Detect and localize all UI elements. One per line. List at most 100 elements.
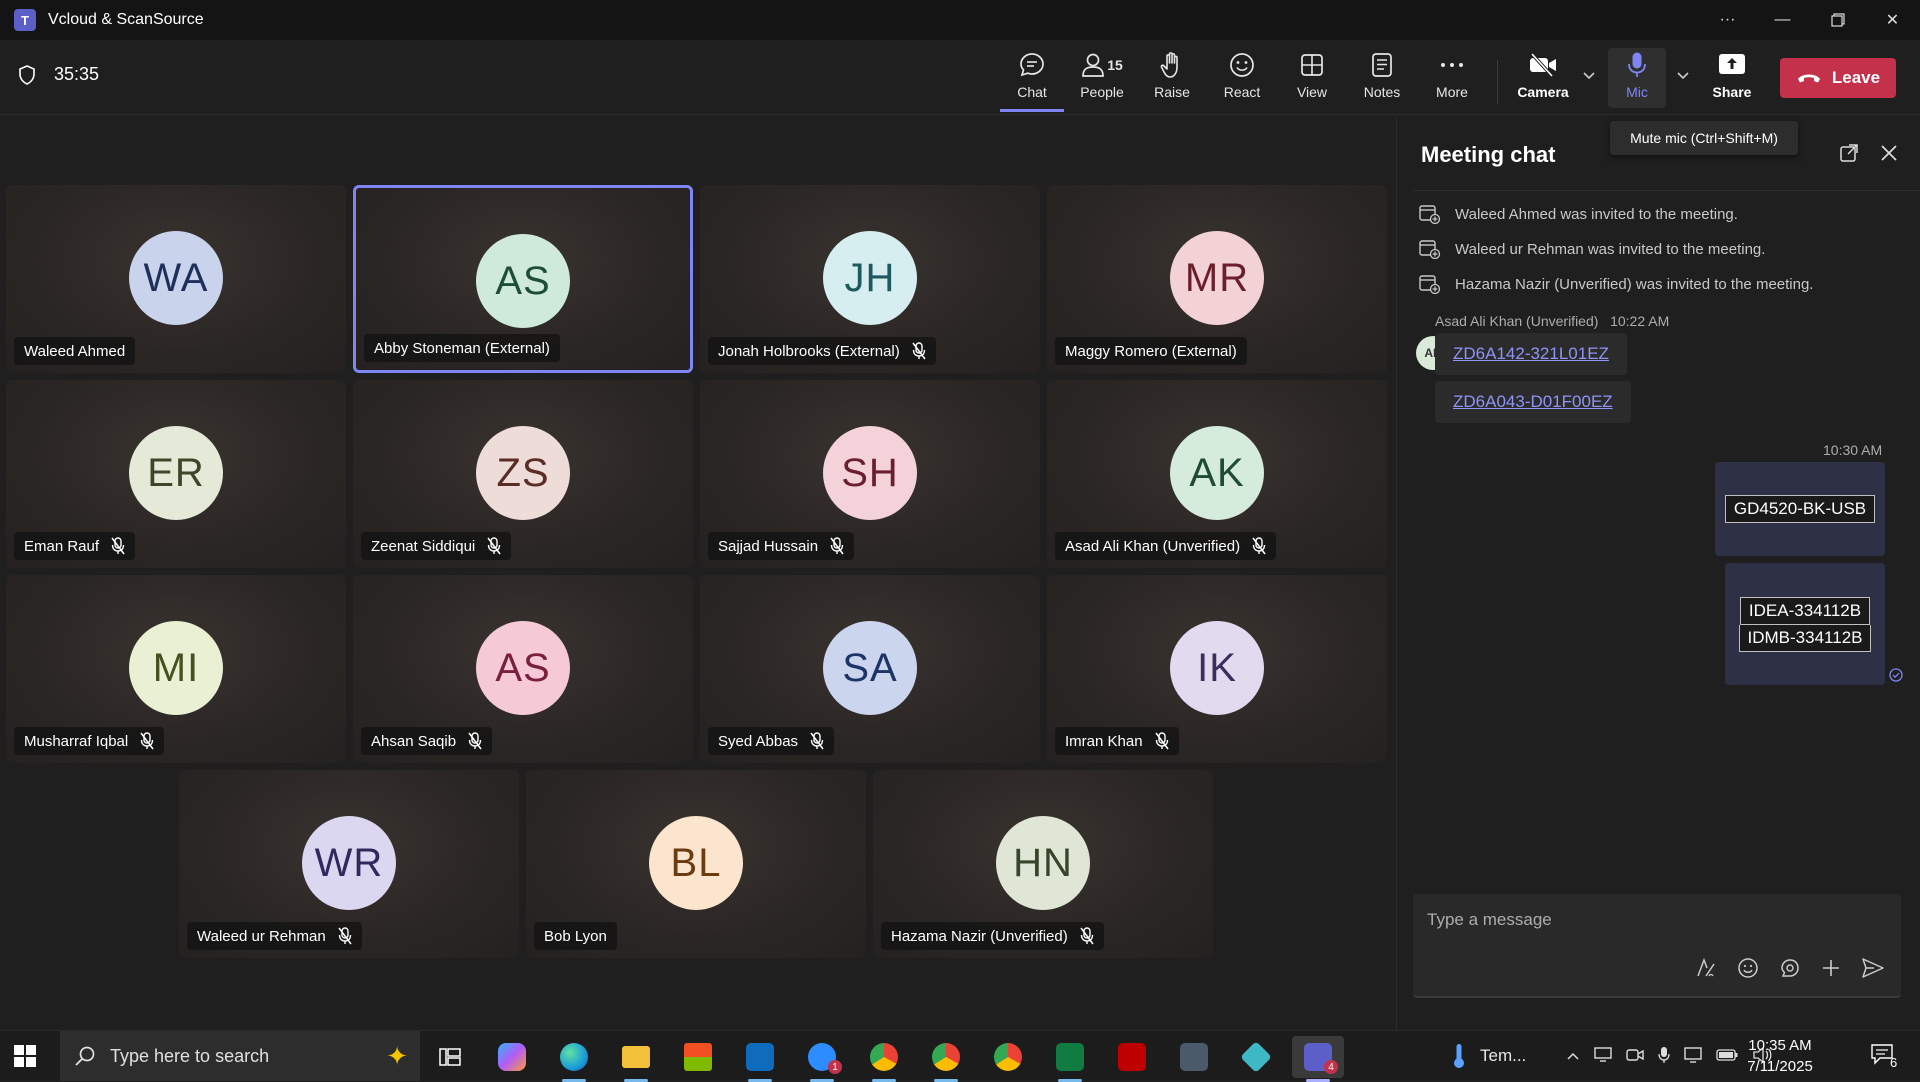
close-chat-icon[interactable] [1880, 144, 1898, 167]
participant-tile[interactable]: WR Waleed ur Rehman [179, 770, 519, 958]
participant-tile[interactable]: AK Asad Ali Khan (Unverified) [1047, 380, 1387, 568]
avatar: JH [823, 231, 917, 325]
zoom-app-icon[interactable]: 1 [796, 1036, 848, 1082]
system-message: Waleed Ahmed was invited to the meeting. [1419, 204, 1738, 224]
clock-time: 10:35 AM [1748, 1037, 1812, 1054]
participant-tile[interactable]: JH Jonah Holbrooks (External) [700, 185, 1040, 373]
participant-tile[interactable]: SA Syed Abbas [700, 575, 1040, 763]
teams-taskbar-icon[interactable]: 4 [1292, 1036, 1344, 1082]
camera-button[interactable]: Camera [1510, 50, 1576, 112]
share-button[interactable]: Share [1700, 50, 1764, 112]
notes-label: Notes [1363, 84, 1401, 100]
notification-center-icon[interactable]: 6 [1870, 1043, 1906, 1070]
message-time: 10:22 AM [1610, 313, 1670, 329]
minimize-button[interactable]: — [1755, 0, 1810, 40]
chrome-second-app-icon[interactable] [982, 1036, 1034, 1078]
pop-out-icon[interactable] [1840, 144, 1858, 167]
more-options-icon[interactable]: ··· [1700, 0, 1755, 40]
microphone-tray-icon[interactable] [1658, 1046, 1670, 1067]
meeting-toolbar: 35:35 Chat 15 People Raise React View No… [0, 40, 1920, 115]
meeting-timer: 35:35 [18, 64, 99, 85]
excel-app-icon[interactable] [1044, 1036, 1096, 1082]
participant-tile[interactable]: AS Ahsan Saqib [353, 575, 693, 763]
incoming-message: ZD6A142-321L01EZ [1435, 333, 1627, 375]
grid-view-icon [1301, 54, 1323, 76]
avatar: AK [1170, 426, 1264, 520]
invite-icon [1419, 239, 1441, 259]
message-sender: Asad Ali Khan (Unverified) [1435, 313, 1599, 329]
windows-start-icon[interactable] [14, 1045, 36, 1072]
format-icon[interactable] [1695, 957, 1717, 984]
edge-app-icon[interactable] [548, 1036, 600, 1082]
chrome-app-icon[interactable] [858, 1036, 910, 1082]
chat-panel-title: Meeting chat [1421, 142, 1556, 167]
participant-name-tag: Zeenat Siddiqui [361, 532, 512, 560]
participant-tile[interactable]: IK Imran Khan [1047, 575, 1387, 763]
view-button[interactable]: View [1280, 50, 1344, 112]
copilot-app-icon[interactable] [486, 1036, 538, 1078]
participant-name-tag: Abby Stoneman (External) [364, 334, 560, 362]
participant-name: Sajjad Hussain [718, 537, 819, 555]
hand-icon [1160, 52, 1178, 78]
send-icon[interactable] [1861, 957, 1885, 984]
outgoing-message: IDEA-334112B IDMB-334112B [1725, 563, 1885, 685]
people-label: People [1080, 84, 1124, 100]
chrome-profile-app-icon[interactable] [920, 1036, 972, 1082]
participant-tile[interactable]: MI Musharraf Iqbal [6, 575, 346, 763]
close-window-button[interactable]: ✕ [1865, 0, 1920, 40]
people-button[interactable]: 15 People [1070, 50, 1134, 112]
camera-tray-icon[interactable] [1626, 1048, 1644, 1065]
loop-component-icon[interactable] [1779, 957, 1801, 984]
system-message-text: Waleed ur Rehman was invited to the meet… [1455, 240, 1766, 258]
message-input[interactable] [1427, 908, 1867, 932]
participant-tile[interactable]: SH Sajjad Hussain [700, 380, 1040, 568]
participant-name-tag: Maggy Romero (External) [1055, 337, 1247, 365]
participant-tile[interactable]: AS Abby Stoneman (External) [353, 185, 693, 373]
notes-button[interactable]: Notes [1350, 50, 1414, 112]
weather-widget[interactable]: Tem... [1452, 1031, 1526, 1081]
message-link[interactable]: ZD6A043-D01F00EZ [1453, 392, 1613, 412]
participant-tile[interactable]: WA Waleed Ahmed [6, 185, 346, 373]
participant-name: Bob Lyon [544, 927, 607, 945]
display-icon[interactable] [1594, 1046, 1612, 1066]
participant-tile[interactable]: MR Maggy Romero (External) [1047, 185, 1387, 373]
emoji-icon[interactable] [1737, 957, 1759, 984]
chevron-up-icon[interactable] [1566, 1048, 1580, 1064]
title-bar: T Vcloud & ScanSource ··· — ✕ [0, 0, 1920, 40]
network-icon[interactable] [1684, 1046, 1702, 1066]
mic-button[interactable]: Mic [1608, 48, 1666, 108]
calculator-app-icon[interactable] [1168, 1036, 1220, 1078]
vpn-app-icon[interactable] [1230, 1036, 1282, 1078]
react-button[interactable]: React [1210, 50, 1274, 112]
maximize-button[interactable] [1810, 0, 1865, 40]
microphone-icon [1628, 52, 1646, 77]
participant-name-tag: Waleed Ahmed [14, 337, 136, 365]
chat-header-divider [1413, 190, 1920, 191]
taskbar-search-box[interactable]: Type here to search ✦ [60, 1031, 420, 1081]
microsoft-store-icon[interactable] [672, 1036, 724, 1078]
add-attachment-icon[interactable] [1821, 958, 1841, 983]
camera-options-chevron-down-icon[interactable] [1582, 68, 1596, 84]
message-link[interactable]: ZD6A142-321L01EZ [1453, 344, 1609, 364]
message-time: 10:30 AM [1823, 442, 1883, 458]
file-explorer-icon[interactable] [610, 1036, 662, 1082]
mic-muted-icon [912, 342, 926, 360]
participant-tile[interactable]: ER Eman Rauf [6, 380, 346, 568]
participant-tile[interactable]: ZS Zeenat Siddiqui [353, 380, 693, 568]
participant-name: Musharraf Iqbal [24, 732, 129, 750]
battery-icon[interactable] [1716, 1048, 1738, 1064]
filezilla-app-icon[interactable] [1106, 1036, 1158, 1078]
task-view-icon[interactable] [424, 1036, 476, 1078]
raise-hand-button[interactable]: Raise [1140, 50, 1204, 112]
participant-name-tag: Jonah Holbrooks (External) [708, 337, 936, 365]
taskbar-clock[interactable]: 10:35 AM 7/11/2025 [1738, 1035, 1822, 1077]
participant-name: Syed Abbas [718, 732, 799, 750]
participant-tile[interactable]: HN Hazama Nazir (Unverified) [873, 770, 1213, 958]
participant-tile[interactable]: BL Bob Lyon [526, 770, 866, 958]
more-button[interactable]: More [1420, 50, 1484, 112]
outlook-app-icon[interactable] [734, 1036, 786, 1082]
leave-button[interactable]: Leave [1780, 58, 1896, 98]
message-code-text: IDEA-334112B [1739, 596, 1871, 625]
mic-options-chevron-down-icon[interactable] [1676, 68, 1690, 84]
chat-button[interactable]: Chat [1000, 50, 1064, 112]
